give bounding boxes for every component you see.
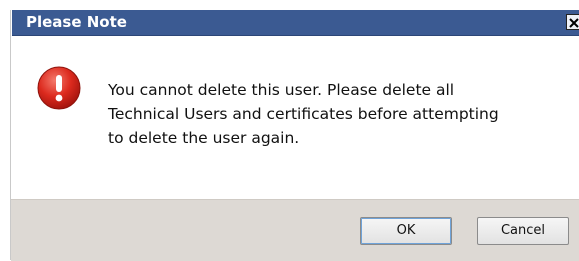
dialog-message: You cannot delete this user. Please dele… [108, 78, 548, 150]
message-line: Technical Users and certificates before … [108, 105, 499, 123]
dialog-window: Please Note You cannot delete this user.… [0, 0, 579, 261]
message-line: to delete the user again. [108, 129, 300, 147]
close-button[interactable] [566, 14, 579, 30]
ok-button[interactable]: OK [360, 217, 452, 245]
message-line: You cannot delete this user. Please dele… [108, 81, 455, 99]
error-icon [37, 66, 81, 110]
title-bar[interactable]: Please Note [12, 10, 579, 36]
close-icon [569, 18, 579, 28]
button-bar: OK Cancel [11, 199, 579, 261]
dialog-title: Please Note [26, 13, 127, 31]
cancel-button[interactable]: Cancel [477, 217, 569, 245]
